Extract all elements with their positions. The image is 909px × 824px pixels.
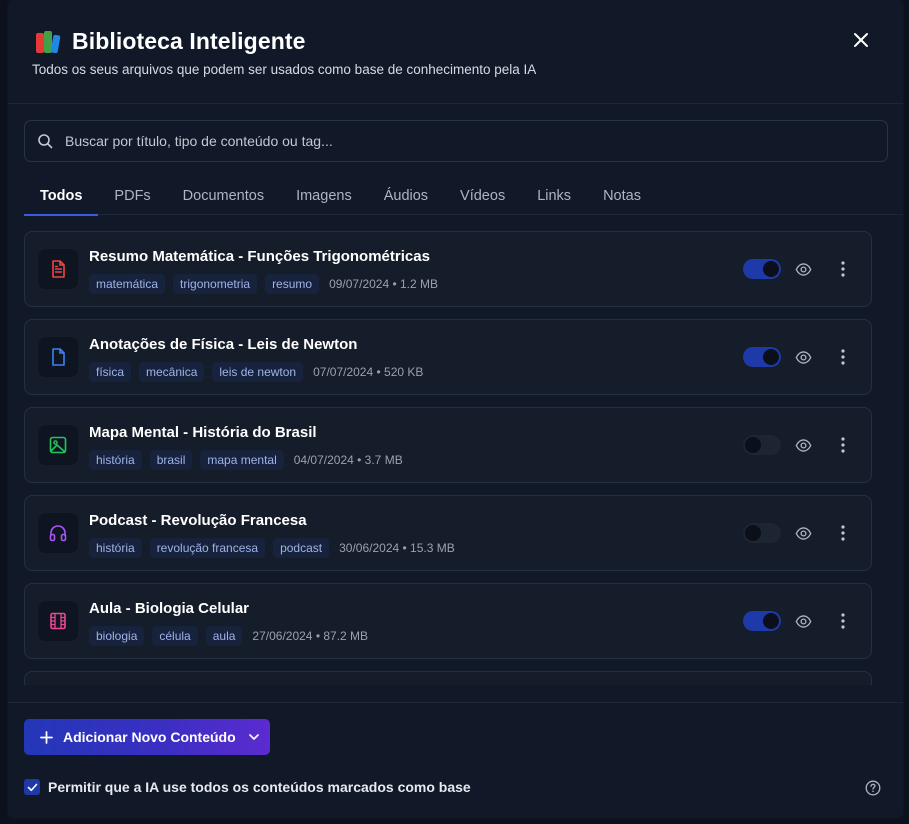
allow-ai-label[interactable]: Permitir que a IA use todos os conteúdos…: [48, 779, 471, 795]
help-icon[interactable]: [865, 780, 881, 796]
tag[interactable]: mapa mental: [200, 450, 284, 470]
list-item[interactable]: [24, 671, 872, 685]
more-options-icon[interactable]: [836, 348, 850, 366]
item-title: Anotações de Física - Leis de Newton: [89, 336, 358, 353]
item-meta-row: história brasil mapa mental 04/07/2024 •…: [89, 450, 403, 470]
search-input[interactable]: [65, 133, 845, 149]
modal-footer: Adicionar Novo Conteúdo Permitir que a I…: [8, 702, 903, 818]
item-meta-row: matemática trigonometria resumo 09/07/20…: [89, 274, 438, 294]
tag[interactable]: trigonometria: [173, 274, 258, 294]
allow-ai-checkbox[interactable]: [24, 779, 40, 795]
eye-icon[interactable]: [795, 349, 812, 366]
add-content-button[interactable]: Adicionar Novo Conteúdo: [24, 719, 270, 755]
eye-icon[interactable]: [795, 261, 812, 278]
page-subtitle: Todos os seus arquivos que podem ser usa…: [32, 62, 537, 77]
list-item[interactable]: Mapa Mental - História do Brasil históri…: [24, 407, 872, 483]
item-meta: 30/06/2024 • 15.3 MB: [339, 541, 455, 555]
search-icon: [38, 134, 53, 149]
eye-icon[interactable]: [795, 437, 812, 454]
item-meta-row: biologia célula aula 27/06/2024 • 87.2 M…: [89, 626, 368, 646]
tab-pdfs[interactable]: PDFs: [98, 178, 166, 215]
video-icon: [38, 601, 78, 641]
list-item[interactable]: Anotações de Física - Leis de Newton fís…: [24, 319, 872, 395]
tab-audios[interactable]: Áudios: [368, 178, 444, 215]
eye-icon[interactable]: [795, 613, 812, 630]
tab-links[interactable]: Links: [521, 178, 587, 215]
tag[interactable]: brasil: [149, 450, 193, 470]
tag[interactable]: mecânica: [139, 362, 205, 382]
tag[interactable]: leis de newton: [212, 362, 304, 382]
item-meta-row: história revolução francesa podcast 30/0…: [89, 538, 455, 558]
more-options-icon[interactable]: [836, 436, 850, 454]
item-title: Aula - Biologia Celular: [89, 600, 250, 617]
content-list: Resumo Matemática - Funções Trigonométri…: [24, 231, 872, 685]
list-item[interactable]: Podcast - Revolução Francesa história re…: [24, 495, 872, 571]
document-icon: [38, 337, 78, 377]
tag[interactable]: matemática: [89, 274, 166, 294]
list-item[interactable]: Resumo Matemática - Funções Trigonométri…: [24, 231, 872, 307]
use-as-base-toggle[interactable]: [743, 435, 781, 455]
item-meta: 09/07/2024 • 1.2 MB: [329, 277, 439, 291]
tag[interactable]: aula: [205, 626, 243, 646]
plus-icon: [40, 730, 53, 744]
tab-documentos[interactable]: Documentos: [167, 178, 280, 215]
chevron-down-icon: [248, 734, 259, 740]
pdf-file-icon: [38, 249, 78, 289]
close-icon: [854, 33, 868, 47]
tag[interactable]: física: [89, 362, 132, 382]
tab-imagens[interactable]: Imagens: [280, 178, 368, 215]
item-meta: 04/07/2024 • 3.7 MB: [293, 453, 403, 467]
check-icon: [27, 783, 37, 791]
add-content-label: Adicionar Novo Conteúdo: [63, 729, 236, 745]
use-as-base-toggle[interactable]: [743, 347, 781, 367]
page-title: Biblioteca Inteligente: [72, 28, 306, 54]
eye-icon[interactable]: [795, 525, 812, 542]
item-meta: 27/06/2024 • 87.2 MB: [252, 629, 369, 643]
tab-notas[interactable]: Notas: [587, 178, 657, 215]
more-options-icon[interactable]: [836, 524, 850, 542]
item-title: Podcast - Revolução Francesa: [89, 512, 307, 529]
tag[interactable]: história: [89, 450, 142, 470]
more-options-icon[interactable]: [836, 612, 850, 630]
image-icon: [38, 425, 78, 465]
tag[interactable]: célula: [152, 626, 198, 646]
close-button[interactable]: [851, 31, 871, 51]
item-title: Resumo Matemática - Funções Trigonométri…: [89, 248, 430, 265]
use-as-base-toggle[interactable]: [743, 259, 781, 279]
use-as-base-toggle[interactable]: [743, 523, 781, 543]
item-title: Mapa Mental - História do Brasil: [89, 424, 317, 441]
list-item[interactable]: Aula - Biologia Celular biologia célula …: [24, 583, 872, 659]
more-options-icon[interactable]: [836, 260, 850, 278]
tag[interactable]: resumo: [265, 274, 320, 294]
library-modal: Biblioteca Inteligente Todos os seus arq…: [8, 0, 903, 818]
headphones-icon: [38, 513, 78, 553]
allow-ai-row: Permitir que a IA use todos os conteúdos…: [24, 779, 471, 795]
books-icon: [34, 29, 62, 55]
item-meta-row: física mecânica leis de newton 07/07/202…: [89, 362, 423, 382]
tag[interactable]: revolução francesa: [149, 538, 266, 558]
tab-videos[interactable]: Vídeos: [444, 178, 521, 215]
modal-header: Biblioteca Inteligente Todos os seus arq…: [8, 0, 903, 104]
tab-todos[interactable]: Todos: [24, 178, 99, 216]
tag[interactable]: história: [89, 538, 142, 558]
title-row: Biblioteca Inteligente: [34, 28, 306, 55]
tag[interactable]: biologia: [89, 626, 145, 646]
item-meta: 07/07/2024 • 520 KB: [313, 365, 424, 379]
tab-bar: Todos PDFs Documentos Imagens Áudios Víd…: [24, 178, 903, 216]
tag[interactable]: podcast: [273, 538, 330, 558]
search-box[interactable]: [24, 120, 888, 162]
use-as-base-toggle[interactable]: [743, 611, 781, 631]
